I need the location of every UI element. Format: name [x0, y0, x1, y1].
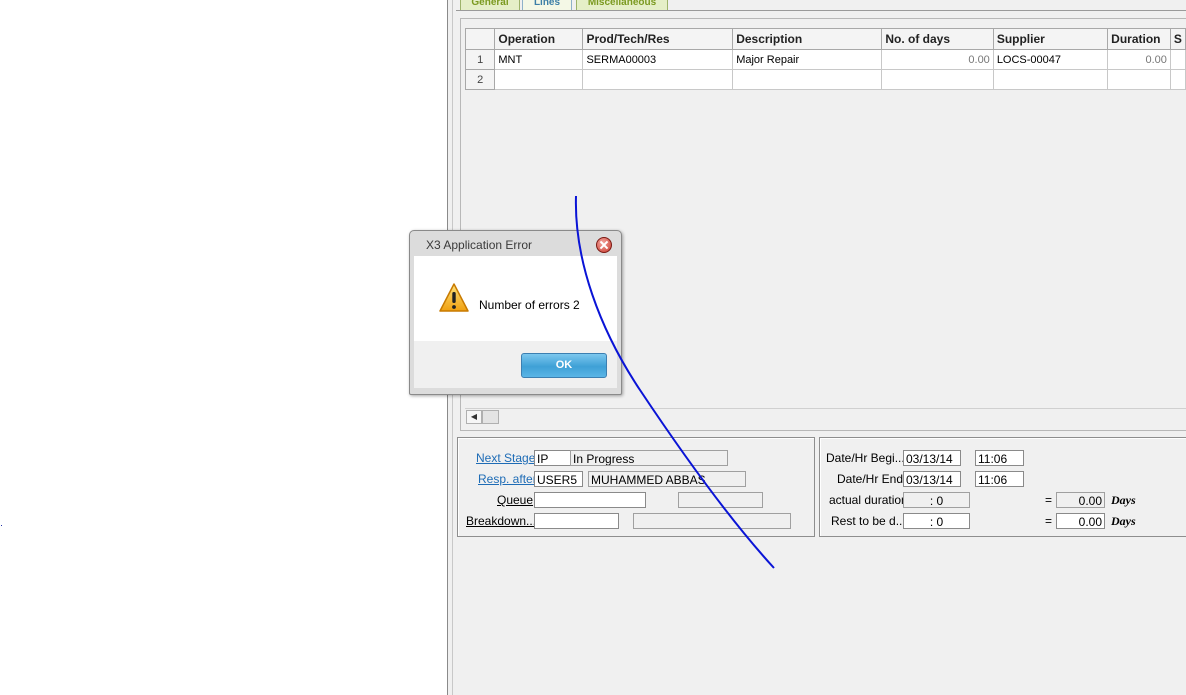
- row-number[interactable]: 1: [464, 49, 496, 70]
- col-header-operation[interactable]: Operation: [494, 28, 584, 50]
- dialog-message: Number of errors 2: [479, 298, 580, 312]
- warning-icon: [439, 283, 469, 312]
- cell-s[interactable]: [1169, 69, 1186, 90]
- col-header-duration[interactable]: Duration: [1107, 28, 1171, 50]
- scroll-thumb[interactable]: [482, 410, 499, 424]
- close-icon[interactable]: [596, 237, 612, 253]
- begin-date-field[interactable]: 03/13/14: [903, 450, 961, 466]
- cell-supplier[interactable]: LOCS-00047: [992, 49, 1109, 70]
- next-stage-link[interactable]: Next Stage: [476, 451, 535, 465]
- breakdown-label[interactable]: Breakdown...: [466, 514, 536, 528]
- breakdown-desc-field: [633, 513, 791, 529]
- col-header-description[interactable]: Description: [732, 28, 883, 50]
- resp-after-name-field: MUHAMMED ABBAS: [588, 471, 746, 487]
- cell-description[interactable]: [732, 69, 883, 90]
- ok-button[interactable]: OK: [521, 353, 607, 378]
- stray-dot: [1, 525, 2, 526]
- cell-operation[interactable]: [494, 69, 584, 90]
- actual-duration-field: : 0: [903, 492, 970, 508]
- lines-grid: Operation Prod/Tech/Res Description No. …: [464, 28, 1186, 90]
- begin-date-label: Date/Hr Begi...: [826, 451, 905, 465]
- queue-label[interactable]: Queue: [497, 493, 533, 507]
- row-number[interactable]: 2: [464, 69, 496, 90]
- rest-days-field[interactable]: 0.00: [1056, 513, 1105, 529]
- cell-description[interactable]: Major Repair: [732, 49, 883, 70]
- col-header-no-of-days[interactable]: No. of days: [881, 28, 994, 50]
- resp-after-code-field[interactable]: USER5: [534, 471, 583, 487]
- rest-equals: =: [1045, 514, 1053, 528]
- table-row[interactable]: 1 MNT SERMA00003 Major Repair 0.00 LOCS-…: [464, 49, 1186, 70]
- queue-desc-field: [678, 492, 763, 508]
- col-header-s[interactable]: S: [1169, 28, 1186, 50]
- cell-prod-tech-res[interactable]: SERMA00003: [582, 49, 734, 70]
- grid-header-row: Operation Prod/Tech/Res Description No. …: [464, 28, 1186, 50]
- grid-horizontal-scrollbar[interactable]: [465, 408, 1186, 424]
- cell-prod-tech-res[interactable]: [582, 69, 734, 90]
- resp-after-link[interactable]: Resp. after: [478, 472, 537, 486]
- end-date-field[interactable]: 03/13/14: [903, 471, 961, 487]
- cell-no-of-days[interactable]: 0.00: [881, 49, 994, 70]
- breakdown-field[interactable]: [534, 513, 619, 529]
- scroll-left-arrow-icon[interactable]: ◀: [466, 410, 482, 424]
- col-header-supplier[interactable]: Supplier: [992, 28, 1109, 50]
- grid-corner: [464, 28, 496, 50]
- rest-duration-field[interactable]: : 0: [903, 513, 970, 529]
- end-date-label: Date/Hr End: [837, 472, 904, 486]
- table-row[interactable]: 2: [464, 69, 1186, 90]
- begin-time-field[interactable]: 11:06: [975, 450, 1024, 466]
- actual-equals: =: [1045, 493, 1053, 507]
- cell-operation[interactable]: MNT: [494, 49, 584, 70]
- next-stage-code-field[interactable]: IP: [534, 450, 571, 466]
- rest-label: Rest to be d...: [831, 514, 906, 528]
- dialog-title: X3 Application Error: [426, 238, 533, 252]
- cell-s[interactable]: [1169, 49, 1186, 70]
- cell-duration[interactable]: [1107, 69, 1171, 90]
- actual-days-unit: Days: [1111, 493, 1136, 507]
- end-time-field[interactable]: 11:06: [975, 471, 1024, 487]
- actual-duration-label: actual duration: [829, 493, 908, 507]
- cell-supplier[interactable]: [992, 69, 1109, 90]
- queue-field[interactable]: [534, 492, 646, 508]
- tab-underline: [456, 10, 1186, 11]
- cell-no-of-days[interactable]: [881, 69, 994, 90]
- col-header-prod-tech-res[interactable]: Prod/Tech/Res: [582, 28, 734, 50]
- next-stage-desc-field: In Progress: [570, 450, 728, 466]
- rest-days-unit: Days: [1111, 514, 1136, 528]
- cell-duration[interactable]: 0.00: [1107, 49, 1171, 70]
- actual-days-field: 0.00: [1056, 492, 1105, 508]
